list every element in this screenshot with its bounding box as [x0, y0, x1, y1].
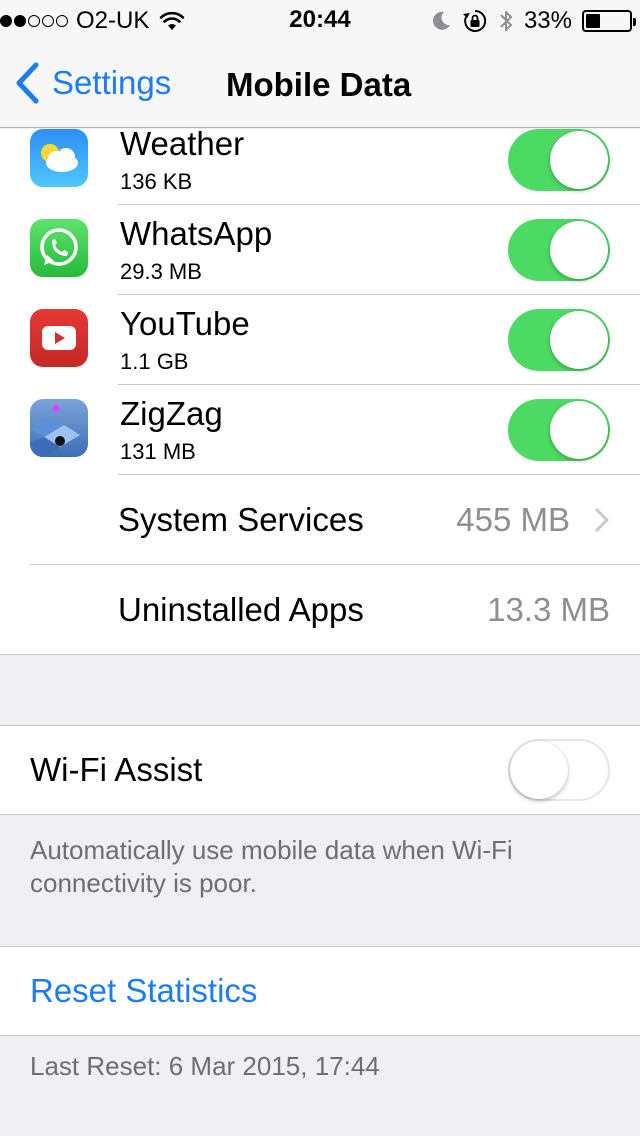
app-usage: 29.3 MB [120, 259, 202, 284]
group-divider [0, 1035, 640, 1036]
wifi-assist-label: Wi-Fi Assist [30, 751, 203, 788]
system-services-label: System Services [118, 501, 364, 538]
battery-percent: 33% [523, 7, 572, 34]
back-button[interactable]: Settings [14, 62, 171, 104]
list-item: YouTube 1.1 GB [0, 295, 640, 385]
reset-statistics-row: Reset Statistics [0, 947, 640, 1035]
group-divider [0, 814, 640, 815]
battery-icon [582, 10, 636, 32]
group-divider [0, 654, 640, 655]
zigzag-icon [30, 399, 88, 457]
app-name: Weather [120, 125, 245, 162]
toggle-knob [510, 741, 568, 799]
app-name: YouTube [120, 305, 250, 342]
uninstalled-apps-row: Uninstalled Apps 13.3 MB [0, 565, 640, 655]
weather-icon [30, 129, 88, 187]
app-usage: 1.1 GB [120, 349, 189, 374]
wifi-assist-row: Wi-Fi Assist [0, 726, 640, 814]
toggle-knob [550, 221, 608, 279]
back-button-label: Settings [52, 64, 172, 101]
uninstalled-apps-value: 13.3 MB [487, 591, 610, 628]
list-item: Weather 136 KB [0, 115, 640, 205]
app-data-toggle[interactable] [508, 399, 610, 461]
rotation-lock-icon [462, 9, 487, 32]
app-usage-list: Weather 136 KB WhatsApp 29.3 MB YouTube … [0, 125, 640, 655]
toggle-knob [550, 401, 608, 459]
status-bar: O2-UK 20:44 33% [0, 0, 640, 40]
app-usage: 136 KB [120, 169, 193, 194]
bluetooth-icon [500, 11, 512, 31]
list-item: WhatsApp 29.3 MB [0, 205, 640, 295]
wifi-assist-toggle[interactable] [508, 739, 610, 801]
system-services-row[interactable]: System Services 455 MB [0, 475, 640, 565]
whatsapp-icon [30, 219, 88, 277]
wifi-assist-description: Automatically use mobile data when Wi-Fi… [30, 835, 513, 898]
app-name: ZigZag [120, 395, 223, 432]
moon-icon [433, 11, 450, 30]
toggle-knob [550, 311, 608, 369]
uninstalled-apps-label: Uninstalled Apps [118, 591, 364, 628]
list-item: ZigZag 131 MB [0, 385, 640, 475]
app-data-toggle[interactable] [508, 129, 610, 191]
youtube-icon [30, 309, 88, 367]
page-title: Mobile Data [226, 66, 412, 103]
chevron-left-icon [16, 62, 39, 104]
status-right: 33% [430, 6, 636, 36]
chevron-right-icon [595, 508, 609, 532]
system-services-value: 455 MB [456, 501, 570, 538]
app-name: WhatsApp [120, 215, 273, 252]
toggle-knob [550, 131, 608, 189]
last-reset-text: Last Reset: 6 Mar 2015, 17:44 [30, 1051, 380, 1081]
app-usage: 131 MB [120, 439, 196, 464]
reset-statistics-button[interactable]: Reset Statistics [30, 972, 257, 1010]
battery-fill [586, 14, 600, 28]
app-data-toggle[interactable] [508, 309, 610, 371]
app-data-toggle[interactable] [508, 219, 610, 281]
